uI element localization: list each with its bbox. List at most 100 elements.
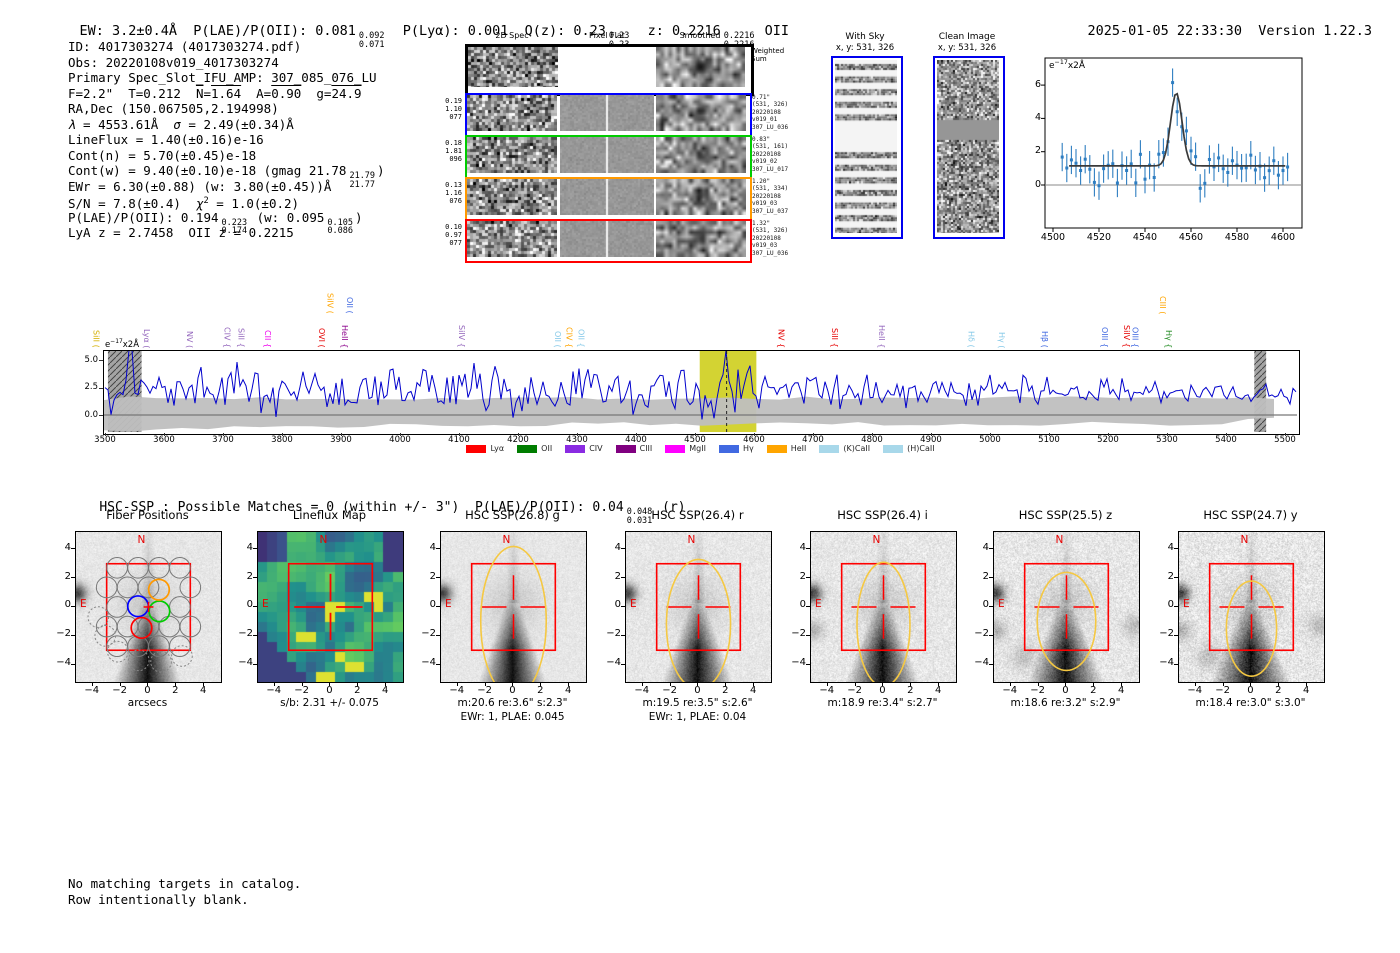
axis-tick-mark xyxy=(806,634,810,636)
axis-tick-mark xyxy=(436,634,440,636)
axis-tick-label: 0 xyxy=(1167,599,1174,611)
axis-tick-label: 2.5 xyxy=(84,382,98,392)
axis-tick-mark xyxy=(99,415,103,416)
axis-tick-label: 0 xyxy=(509,685,516,696)
axis-tick-label: 2 xyxy=(1034,145,1041,157)
axis-tick-label: −4 xyxy=(421,657,436,669)
axis-tick-mark xyxy=(282,433,283,436)
axis-tick-mark xyxy=(512,682,514,686)
row-fiber-meta: 1.32" (531, 326) 20220108 v019_03 307_LU_036 xyxy=(752,220,822,257)
panel-overlay xyxy=(840,561,927,682)
row-meta-value: v019_01 xyxy=(752,116,778,124)
row-meta-value: 1.20" xyxy=(752,178,771,185)
axis-tick-mark xyxy=(540,682,542,686)
axis-tick-label: 0.0 xyxy=(84,409,98,420)
lineflux-line: LineFlux = 1.40(±0.16)e-16 xyxy=(68,132,264,147)
axis-tick-mark xyxy=(436,605,440,607)
axis-tick-mark xyxy=(1174,605,1178,607)
axis-tick-mark xyxy=(175,682,177,686)
axis-tick-label: 2 xyxy=(1167,570,1174,582)
legend-item: Lyα xyxy=(466,444,504,453)
axis-tick-mark xyxy=(695,433,696,436)
axis-tick-label: 4 xyxy=(799,541,806,553)
line-id-label: SiII ( xyxy=(91,330,101,348)
continuum-n-line: Cont(n) = 5.70(±0.45)e-18 xyxy=(68,147,257,163)
axis-tick-mark xyxy=(725,682,727,686)
axis-tick-label: 2 xyxy=(64,570,71,582)
axis-tick-mark xyxy=(806,548,810,550)
axis-tick-mark xyxy=(1049,433,1050,436)
row-meta-value: (531, 334) xyxy=(752,185,789,193)
axis-tick-label: 4 xyxy=(1303,685,1310,696)
axis-tick-mark xyxy=(71,634,75,636)
panel-title: HSC SSP(26.4) i xyxy=(837,508,928,522)
row-weight-value: 1.81 xyxy=(445,147,462,156)
panel-title: HSC SSP(26.4) r xyxy=(651,508,744,522)
line-id-label: Hβ ( xyxy=(1039,331,1049,348)
axis-tick-label: 2 xyxy=(907,685,914,696)
row-weight-value: 0.19 xyxy=(445,97,462,105)
axis-tick-mark xyxy=(1174,577,1178,579)
axis-tick-mark xyxy=(1250,682,1252,686)
compass-east-label: E xyxy=(80,597,87,610)
axis-tick-label: −4 xyxy=(266,685,282,696)
row-pixelflat-image xyxy=(560,221,654,257)
compass-east-label: E xyxy=(1183,597,1190,610)
line-id-label: OVI ( xyxy=(317,328,327,348)
legend-item: HeII xyxy=(766,444,806,453)
axis-tick-mark xyxy=(989,605,993,607)
classification-label: OII xyxy=(756,23,790,39)
row-meta-value: 307_LU_036 xyxy=(752,249,789,257)
observation-id: Obs: 20220108v019_4017303274 xyxy=(68,54,279,70)
axis-tick-mark xyxy=(806,577,810,579)
axis-tick-label: 0 xyxy=(64,599,71,611)
row-weight-value: 096 xyxy=(449,155,462,164)
axis-tick-label: 0 xyxy=(1034,178,1041,190)
seeing-stats-line: F=2.2" T=0.212 N=1.64 A=0.90 g=24.9 xyxy=(68,85,362,101)
axis-tick-label: −4 xyxy=(606,657,621,669)
axis-tick-mark xyxy=(329,682,331,686)
panel-overlay xyxy=(1208,562,1295,677)
axis-tick-mark xyxy=(223,433,224,436)
gmag-error-stack: 21.79 21.77 xyxy=(349,171,376,190)
row-pixelflat-image xyxy=(560,179,654,215)
row-weight-value: 1.10 xyxy=(445,105,462,114)
row-smoothed-image xyxy=(656,221,746,257)
axis-tick-mark xyxy=(1226,433,1227,436)
compass-east-label: E xyxy=(998,597,1005,610)
line-id-label: HeII { xyxy=(877,324,887,348)
axis-tick-mark xyxy=(872,433,873,436)
with-sky-coords: x, y: 531, 326 xyxy=(835,43,895,53)
axis-tick-label: −2 xyxy=(606,628,621,640)
axis-tick-mark xyxy=(484,682,486,686)
axis-tick-label: −4 xyxy=(56,657,71,669)
row-smoothed-image xyxy=(656,179,746,215)
line-id-label: CIII ( xyxy=(1157,295,1167,314)
weighted-smoothed-image xyxy=(656,47,745,87)
axis-tick-mark xyxy=(105,433,106,436)
axis-tick-mark xyxy=(459,433,460,436)
legend-swatch xyxy=(665,444,686,453)
line-id-label: SiIV { xyxy=(456,325,466,348)
axis-tick-mark xyxy=(436,577,440,579)
plae-w-error-stack: 0.105 0.086 xyxy=(327,217,353,237)
row-meta-value: 20220108 xyxy=(752,192,781,200)
spectrum-legend: Lyα OII CIV CIII MgII Hγ HeII (K)CaII (H)CaII xyxy=(103,444,1298,453)
axis-tick-mark xyxy=(621,605,625,607)
line-id-label: OIII { xyxy=(1130,326,1140,348)
compass-east-label: E xyxy=(262,597,269,610)
legend-label: CIV xyxy=(589,444,603,453)
summary-ew-plae: EW: 3.2±0.4Å P(LAE)/P(OII): 0.081 xyxy=(79,23,356,39)
row-weight-value: 077 xyxy=(449,239,462,248)
axis-tick-label: −2 xyxy=(847,685,862,696)
row-weight-value: 077 xyxy=(449,113,462,122)
row-fiber-meta: 0.71" (531, 326) 20220108 v019_01 307_LU_036 xyxy=(752,94,822,131)
axis-tick-label: 4560 xyxy=(1178,232,1204,243)
axis-tick-label: 0 xyxy=(982,599,989,611)
axis-tick-label: 2 xyxy=(354,685,361,696)
axis-tick-mark xyxy=(253,577,257,579)
axis-tick-mark xyxy=(253,634,257,636)
row-meta-value: 20220108 xyxy=(752,234,781,242)
axis-tick-mark xyxy=(753,682,755,686)
continuum-w-line: Cont(w) = 9.40(±0.10)e-18 (gmag 21.78 21.… xyxy=(68,163,385,190)
